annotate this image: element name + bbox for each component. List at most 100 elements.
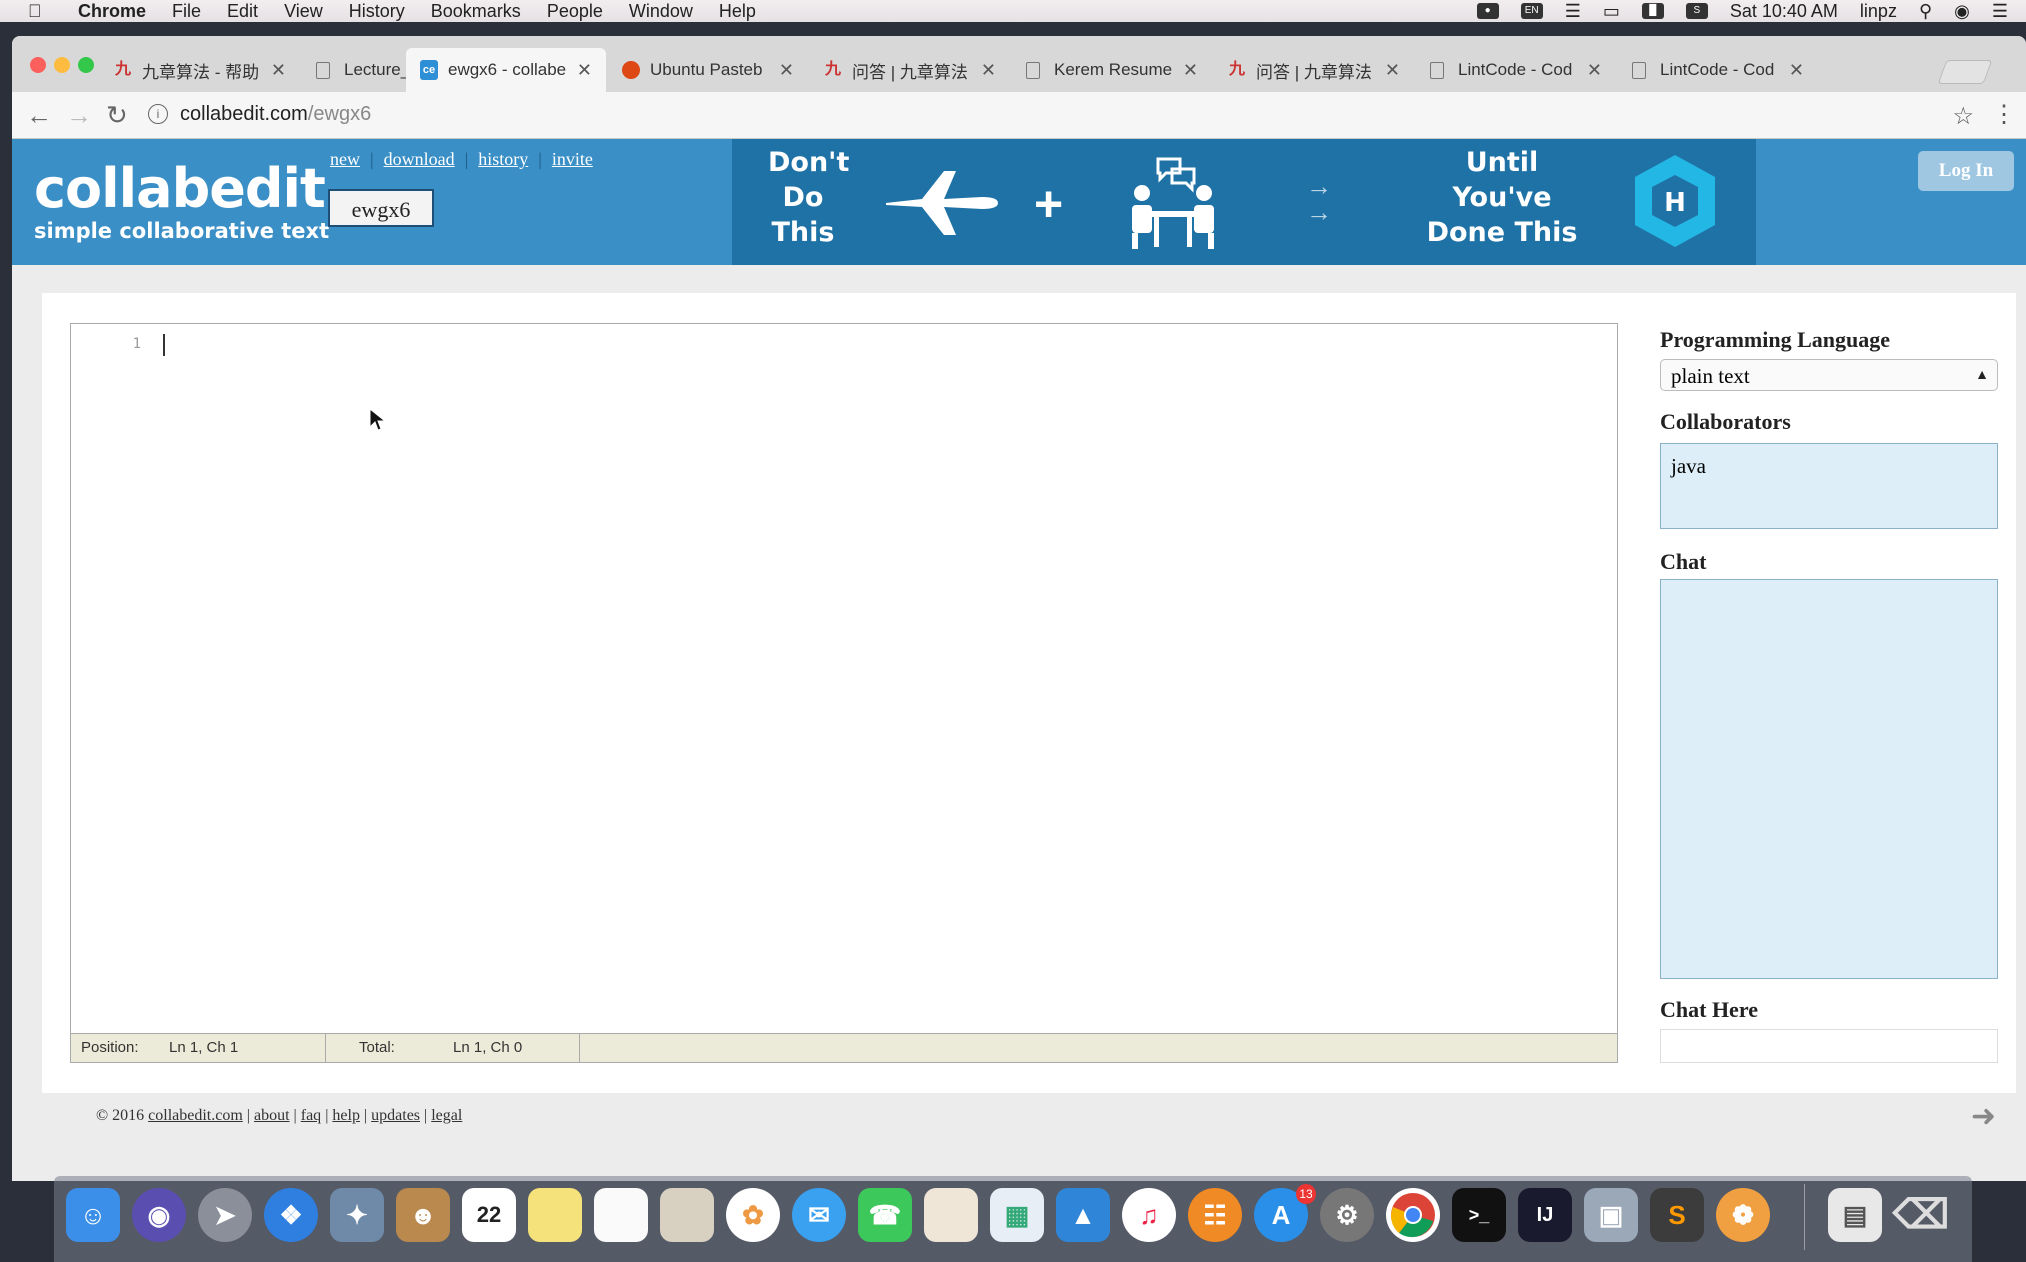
- trash-icon[interactable]: ⌫: [1893, 1188, 1950, 1242]
- address-bar[interactable]: i collabedit.com/ewgx6: [148, 98, 1988, 130]
- photos-icon[interactable]: ✿: [726, 1188, 780, 1242]
- zoom-window-button[interactable]: [78, 57, 94, 73]
- input-source-icon[interactable]: EN: [1520, 3, 1543, 19]
- safari-icon[interactable]: ❖: [264, 1188, 318, 1242]
- menu-file[interactable]: File: [172, 1, 201, 22]
- menu-people[interactable]: People: [547, 1, 603, 22]
- history-link[interactable]: history: [478, 149, 528, 169]
- bookmark-star-icon[interactable]: ☆: [1952, 102, 1974, 131]
- close-tab-icon[interactable]: ✕: [981, 60, 996, 81]
- browser-tab[interactable]: Ubuntu Pasteb ✕: [608, 48, 808, 92]
- ibooks-icon[interactable]: ☷: [1188, 1188, 1242, 1242]
- info-icon[interactable]: i: [148, 104, 168, 124]
- close-tab-icon[interactable]: ✕: [271, 60, 286, 81]
- download-link[interactable]: download: [384, 149, 455, 169]
- browser-tab[interactable]: Kerem Resume ✕: [1012, 48, 1212, 92]
- image-capture-icon[interactable]: ▣: [1584, 1188, 1638, 1242]
- reload-icon[interactable]: ↻: [106, 100, 128, 131]
- menu-view[interactable]: View: [284, 1, 323, 22]
- wifi-icon[interactable]: ☰: [1565, 1, 1581, 22]
- sync-icon[interactable]: S: [1685, 3, 1708, 19]
- contacts-icon[interactable]: ☻: [396, 1188, 450, 1242]
- site-logo[interactable]: collabedit: [34, 157, 326, 220]
- new-tab-button[interactable]: [1937, 60, 1993, 84]
- keynote-icon[interactable]: ▲: [1056, 1188, 1110, 1242]
- calendar-icon[interactable]: 22: [462, 1188, 516, 1242]
- flower-app-icon[interactable]: ❁: [1716, 1188, 1770, 1242]
- facetime-icon[interactable]: ☎: [858, 1188, 912, 1242]
- menu-help[interactable]: Help: [719, 1, 756, 22]
- siri-icon[interactable]: ◉: [132, 1188, 186, 1242]
- footer-faq-link[interactable]: faq: [301, 1107, 321, 1124]
- browser-tab[interactable]: 九 问答 | 九章算法 ✕: [810, 48, 1010, 92]
- close-tab-icon[interactable]: ✕: [1183, 60, 1198, 81]
- search-icon[interactable]: ⚲: [1919, 1, 1932, 22]
- footer-legal-link[interactable]: legal: [431, 1107, 462, 1124]
- more-menu-icon[interactable]: ⋮: [1992, 100, 2016, 129]
- itunes-icon[interactable]: ♫: [1122, 1188, 1176, 1242]
- close-tab-icon[interactable]: ✕: [779, 60, 794, 81]
- chat-log[interactable]: [1660, 579, 1998, 979]
- close-window-button[interactable]: [30, 57, 46, 73]
- mail-icon[interactable]: [660, 1188, 714, 1242]
- preview-icon[interactable]: ✦: [330, 1188, 384, 1242]
- footer-home-link[interactable]: collabedit.com: [148, 1107, 243, 1124]
- ad-left-text: Don't Do This: [768, 147, 850, 248]
- menu-history[interactable]: History: [349, 1, 405, 22]
- collaborators-list: java: [1660, 443, 1998, 529]
- app-store-badge: 13: [1296, 1184, 1316, 1204]
- airplay-icon[interactable]: ▭: [1603, 1, 1620, 22]
- close-tab-icon[interactable]: ✕: [1385, 60, 1400, 81]
- menu-edit[interactable]: Edit: [227, 1, 258, 22]
- code-editor[interactable]: 1 Position: Ln 1, Ch 1 Total: Ln 1, Ch 0: [70, 323, 1618, 1063]
- mic-icon[interactable]: ●: [1476, 3, 1499, 19]
- browser-tab[interactable]: LintCode - Cod ✕: [1618, 48, 1818, 92]
- url-host: collabedit.com: [180, 102, 308, 125]
- browser-tab[interactable]: 九 九章算法 - 帮助 ✕: [100, 48, 300, 92]
- footer-about-link[interactable]: about: [254, 1107, 290, 1124]
- browser-tab[interactable]: LintCode - Cod ✕: [1416, 48, 1616, 92]
- airplane-icon: [886, 171, 998, 235]
- system-preferences-icon[interactable]: ⚙: [1320, 1188, 1374, 1242]
- browser-tab[interactable]: 九 问答 | 九章算法 ✕: [1214, 48, 1414, 92]
- close-tab-icon[interactable]: ✕: [1789, 60, 1804, 81]
- battery-icon[interactable]: █: [1641, 3, 1664, 19]
- login-button[interactable]: Log In: [1918, 151, 2014, 191]
- siri-icon[interactable]: ◉: [1954, 1, 1970, 22]
- sublime-text-icon[interactable]: S: [1650, 1188, 1704, 1242]
- numbers-icon[interactable]: ▦: [990, 1188, 1044, 1242]
- footer-updates-link[interactable]: updates: [371, 1107, 420, 1124]
- footer-help-link[interactable]: help: [332, 1107, 360, 1124]
- menu-bookmarks[interactable]: Bookmarks: [431, 1, 521, 22]
- browser-tab-active[interactable]: ce ewgx6 - collabe ✕: [406, 48, 606, 92]
- apple-icon[interactable]: : [28, 1, 50, 22]
- minimize-window-button[interactable]: [54, 57, 70, 73]
- reminders-icon[interactable]: [594, 1188, 648, 1242]
- launchpad-icon[interactable]: ➤: [198, 1188, 252, 1242]
- chrome-icon[interactable]: [1386, 1188, 1440, 1242]
- notification-center-icon[interactable]: ☰: [1992, 1, 2008, 22]
- ad-banner[interactable]: Don't Do This + → → Until You've Done Th…: [732, 139, 1756, 265]
- arrow-right-icon[interactable]: ➜: [1971, 1099, 1996, 1134]
- textedit-icon[interactable]: [924, 1188, 978, 1242]
- new-link[interactable]: new: [330, 149, 360, 169]
- language-select[interactable]: plain text ▲: [1660, 359, 1998, 391]
- terminal-icon[interactable]: >_: [1452, 1188, 1506, 1242]
- document-id-box[interactable]: ewgx6: [328, 189, 434, 227]
- clock[interactable]: Sat 10:40 AM: [1730, 1, 1838, 22]
- chat-input[interactable]: [1660, 1029, 1998, 1063]
- close-tab-icon[interactable]: ✕: [577, 60, 592, 81]
- menu-chrome[interactable]: Chrome: [78, 1, 146, 22]
- close-tab-icon[interactable]: ✕: [1587, 60, 1602, 81]
- back-arrow-icon[interactable]: ←: [26, 100, 52, 131]
- finder-icon[interactable]: ☺: [66, 1188, 120, 1242]
- menu-window[interactable]: Window: [629, 1, 693, 22]
- messages-icon[interactable]: ✉: [792, 1188, 846, 1242]
- downloads-stack-icon[interactable]: ▤: [1828, 1188, 1882, 1242]
- invite-link[interactable]: invite: [552, 149, 593, 169]
- forward-arrow-icon[interactable]: →: [66, 100, 92, 131]
- intellij-icon[interactable]: IJ: [1518, 1188, 1572, 1242]
- user-name[interactable]: linpz: [1860, 1, 1897, 22]
- notes-icon[interactable]: [528, 1188, 582, 1242]
- collaborators-heading: Collaborators: [1660, 409, 1791, 434]
